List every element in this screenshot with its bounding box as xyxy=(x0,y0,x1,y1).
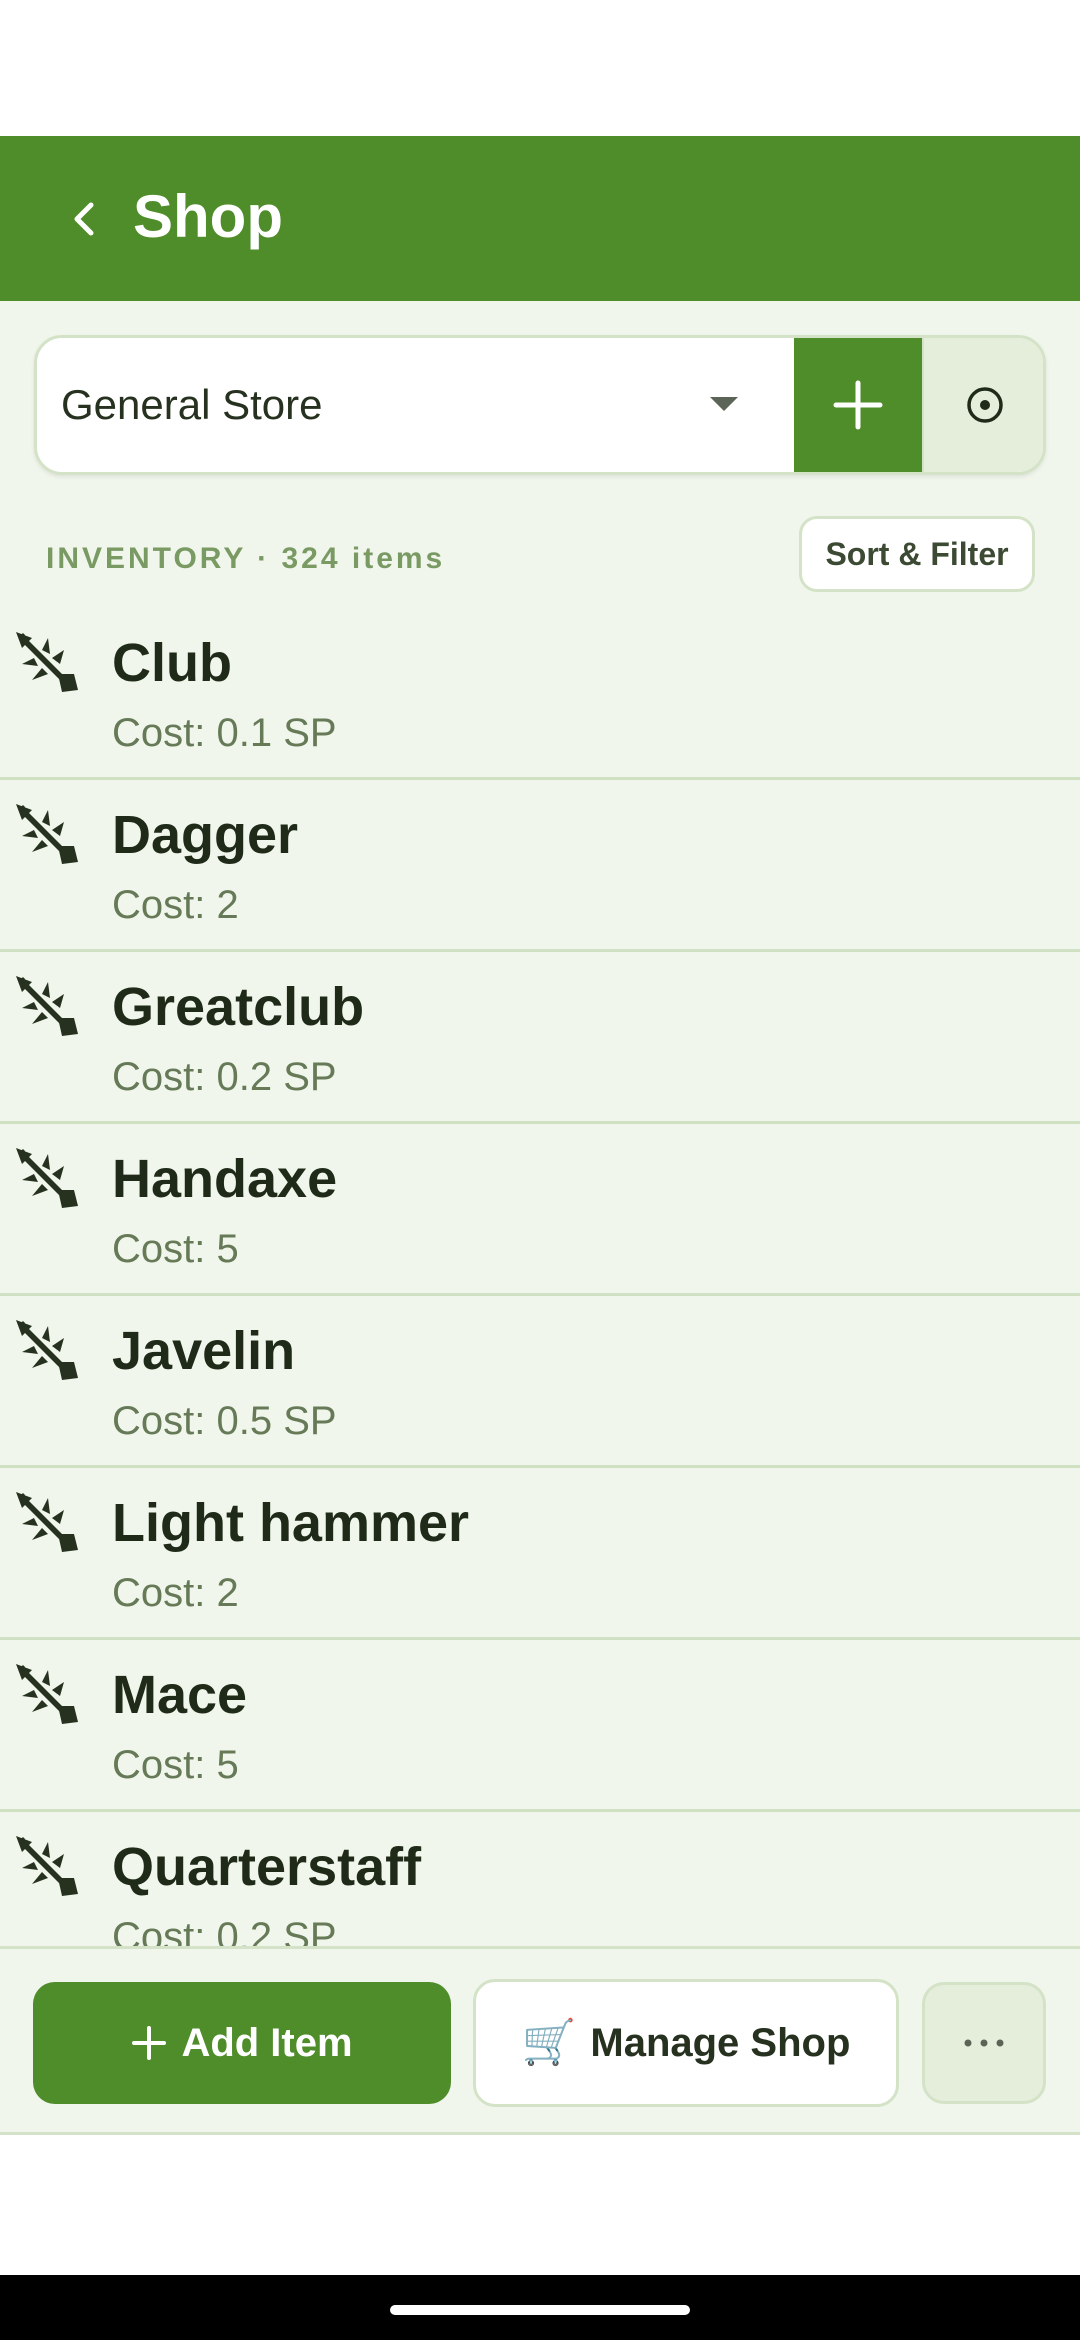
add-item-button[interactable]: Add Item xyxy=(33,1982,451,2104)
weapon-icon xyxy=(12,972,82,1042)
list-item[interactable]: Greatclub Cost: 0.2 SP xyxy=(0,952,1080,1124)
main-content: General Store INVENTORY · 324 items Sort… xyxy=(0,301,1080,1946)
item-cost: Cost: 2 xyxy=(112,883,239,927)
item-cost: Cost: 0.2 SP xyxy=(112,1915,337,1946)
item-list: Club Cost: 0.1 SP Dagger Cost: 2 Greatcl… xyxy=(0,608,1080,1946)
item-cost: Cost: 0.1 SP xyxy=(112,711,337,755)
weapon-icon xyxy=(12,1660,82,1730)
list-item[interactable]: Javelin Cost: 0.5 SP xyxy=(0,1296,1080,1468)
shop-screen: Shop General Store INVENTORY · 324 items… xyxy=(0,0,1080,2340)
back-button[interactable] xyxy=(40,174,130,264)
add-shop-button[interactable] xyxy=(794,338,922,472)
item-name: Mace xyxy=(112,1665,248,1725)
shop-dropdown-value: General Store xyxy=(61,381,323,428)
weapon-icon xyxy=(12,1832,82,1902)
target-icon xyxy=(967,387,1003,423)
weapon-icon xyxy=(12,1144,82,1214)
empty-area xyxy=(0,2135,1080,2275)
more-horizontal-icon xyxy=(964,2039,1004,2047)
item-cost: Cost: 5 xyxy=(112,1227,239,1271)
list-item[interactable]: Dagger Cost: 2 xyxy=(0,780,1080,952)
weapon-icon xyxy=(12,800,82,870)
home-indicator[interactable] xyxy=(390,2305,690,2315)
item-cost: Cost: 0.5 SP xyxy=(112,1399,337,1443)
weapon-icon xyxy=(12,628,82,698)
item-name: Handaxe xyxy=(112,1149,338,1209)
weapon-icon xyxy=(12,1488,82,1558)
chevron-left-icon xyxy=(74,202,94,236)
list-item[interactable]: Club Cost: 0.1 SP xyxy=(0,608,1080,780)
inventory-count-label: INVENTORY · 324 items xyxy=(46,542,446,575)
add-item-label: Add Item xyxy=(181,2020,353,2065)
status-bar xyxy=(0,0,1080,136)
item-name: Dagger xyxy=(112,805,299,865)
plus-icon xyxy=(833,380,883,430)
shop-dropdown[interactable]: General Store xyxy=(37,338,794,472)
weapon-icon xyxy=(12,1316,82,1386)
item-cost: Cost: 2 xyxy=(112,1571,239,1615)
app-bar: Shop xyxy=(0,136,1080,301)
manage-shop-button[interactable]: 🛒 Manage Shop xyxy=(473,1979,899,2107)
system-navigation-bar xyxy=(0,2275,1080,2340)
list-item[interactable]: Light hammer Cost: 2 xyxy=(0,1468,1080,1640)
dropdown-arrow-icon xyxy=(710,397,738,411)
sort-filter-button[interactable]: Sort & Filter xyxy=(799,516,1035,592)
more-options-button[interactable] xyxy=(922,1982,1046,2104)
manage-shop-label: Manage Shop xyxy=(590,2020,851,2065)
list-item[interactable]: Quarterstaff Cost: 0.2 SP xyxy=(0,1812,1080,1946)
locate-shop-button[interactable] xyxy=(922,338,1043,472)
item-name: Greatclub xyxy=(112,977,365,1037)
item-name: Quarterstaff xyxy=(112,1837,422,1897)
item-name: Club xyxy=(112,633,232,693)
cart-icon: 🛒 xyxy=(521,2018,577,2067)
item-cost: Cost: 0.2 SP xyxy=(112,1055,337,1099)
page-title: Shop xyxy=(133,183,283,250)
item-cost: Cost: 5 xyxy=(112,1743,239,1787)
list-item[interactable]: Handaxe Cost: 5 xyxy=(0,1124,1080,1296)
item-name: Javelin xyxy=(112,1321,296,1381)
shop-selector: General Store xyxy=(34,335,1046,475)
item-name: Light hammer xyxy=(112,1493,470,1553)
bottom-action-bar: Add Item 🛒 Manage Shop xyxy=(0,1946,1080,2135)
list-item[interactable]: Mace Cost: 5 xyxy=(0,1640,1080,1812)
plus-icon xyxy=(132,2026,167,2060)
